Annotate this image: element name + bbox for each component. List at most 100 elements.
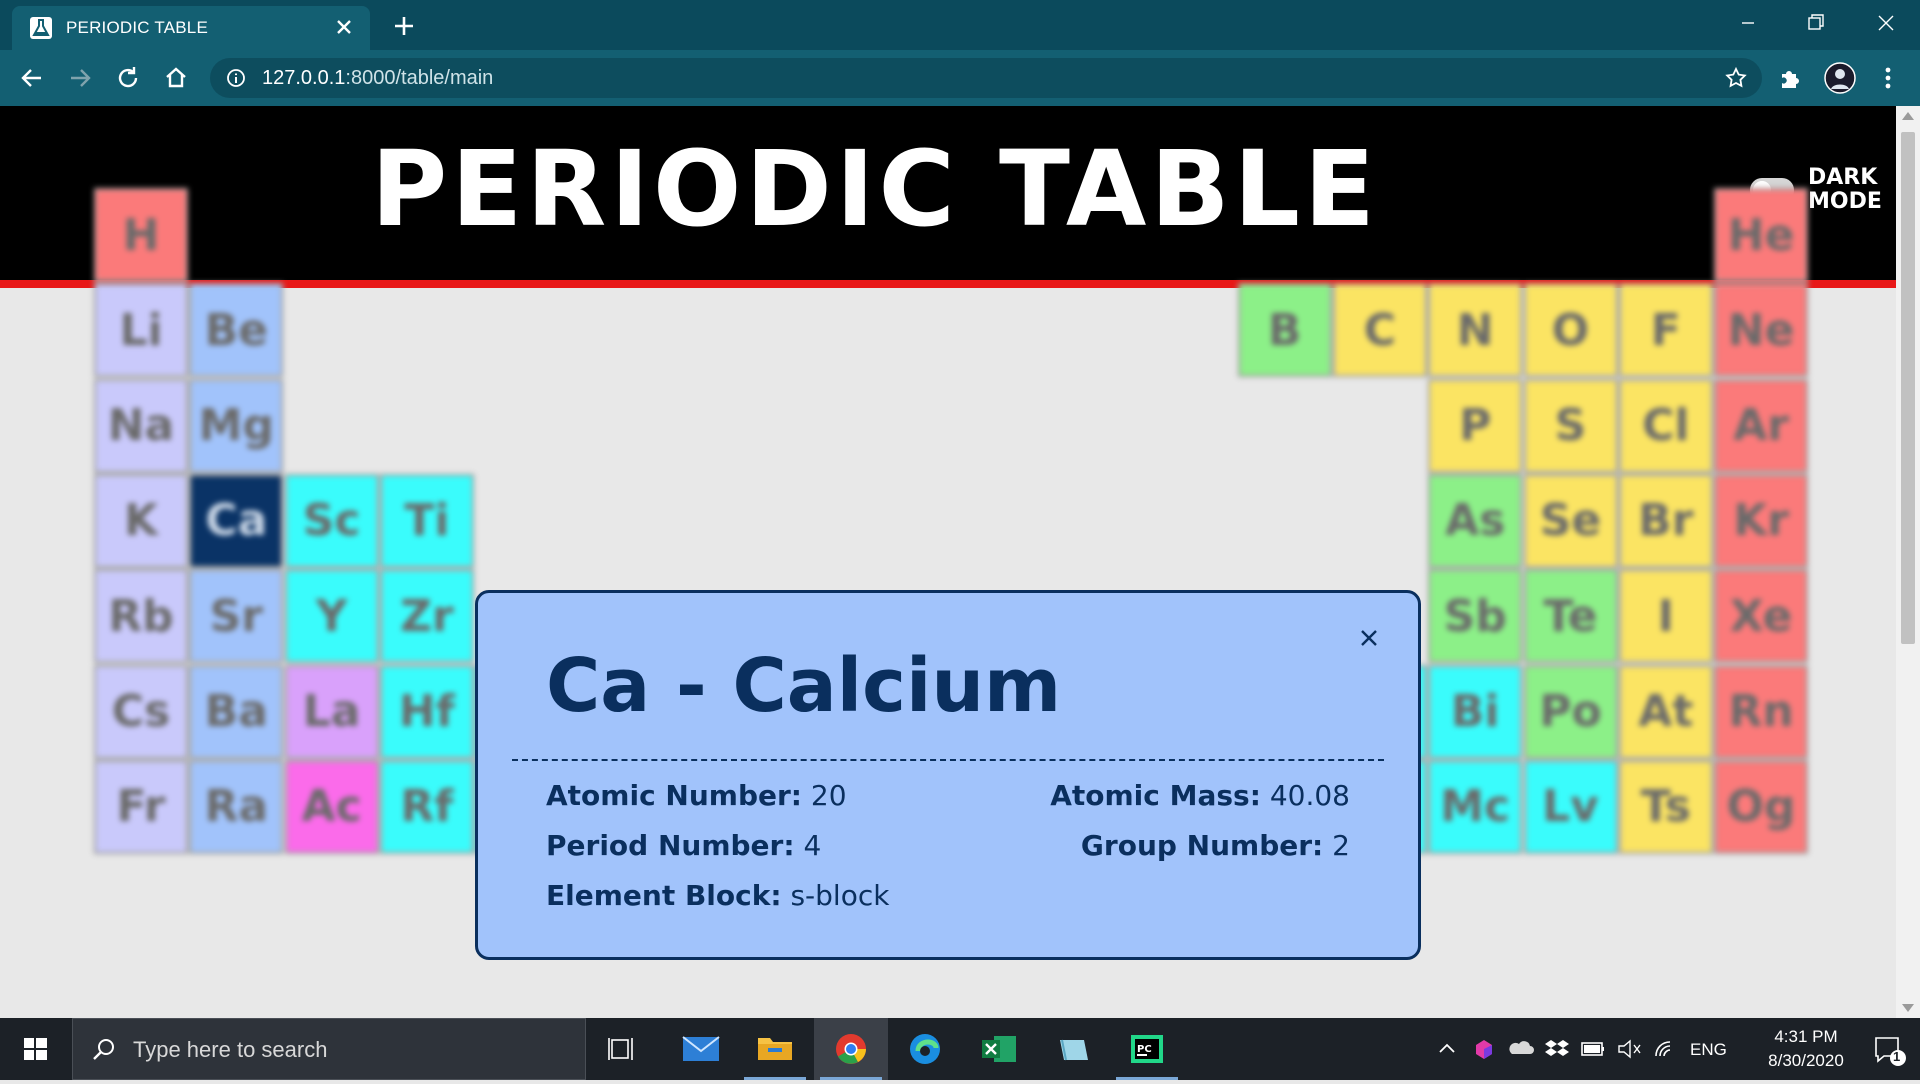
element-cell-he[interactable]: He	[1714, 188, 1809, 282]
chevron-up-icon[interactable]	[1430, 1018, 1464, 1080]
onedrive-cloud-icon[interactable]	[1504, 1018, 1538, 1080]
back-arrow-icon[interactable]	[18, 64, 46, 92]
element-cell-be[interactable]: Be	[189, 283, 284, 378]
element-cell-ac[interactable]: Ac	[284, 759, 379, 854]
element-cell-bi[interactable]: Bi	[1428, 664, 1523, 759]
notifications-icon[interactable]: 1	[1862, 1018, 1912, 1080]
element-cell-rb[interactable]: Rb	[94, 569, 188, 664]
element-cell-ca[interactable]: Ca	[189, 473, 284, 568]
element-cell-la[interactable]: La	[284, 664, 379, 759]
battery-icon[interactable]	[1576, 1018, 1610, 1080]
element-cell-ba[interactable]: Ba	[189, 664, 284, 759]
atomic-mass-label: Atomic Mass:	[1050, 779, 1261, 812]
pycharm-icon[interactable]: PC	[1110, 1018, 1184, 1080]
element-cell-hf[interactable]: Hf	[379, 664, 474, 759]
wifi-icon[interactable]	[1648, 1018, 1682, 1080]
profile-avatar[interactable]	[1824, 62, 1856, 94]
extensions-puzzle-icon[interactable]	[1776, 64, 1804, 92]
scroll-down-arrow-icon[interactable]	[1902, 1004, 1914, 1012]
element-cell-mc[interactable]: Mc	[1428, 759, 1523, 854]
browser-tab[interactable]: PERIODIC TABLE	[12, 6, 370, 50]
edge-icon[interactable]	[888, 1018, 962, 1080]
period-number-value: 4	[803, 829, 822, 862]
element-cell-c[interactable]: C	[1332, 283, 1427, 378]
forward-arrow-icon[interactable]	[66, 64, 94, 92]
element-cell-lv[interactable]: Lv	[1523, 759, 1618, 854]
task-view-icon[interactable]	[586, 1018, 660, 1080]
browser-tab-bar: PERIODIC TABLE	[0, 0, 1920, 50]
info-icon[interactable]	[226, 68, 246, 88]
clock-time[interactable]: 4:31 PM	[1756, 1027, 1856, 1047]
search-icon	[91, 1037, 117, 1063]
element-cell-te[interactable]: Te	[1523, 569, 1618, 664]
modal-close-icon[interactable]	[1358, 627, 1380, 649]
chrome-icon[interactable]	[814, 1018, 888, 1080]
element-cell-f[interactable]: F	[1618, 283, 1713, 378]
element-cell-xe[interactable]: Xe	[1714, 569, 1809, 664]
element-cell-sc[interactable]: Sc	[284, 473, 379, 568]
new-tab-icon[interactable]	[390, 12, 418, 40]
element-cell-i[interactable]: I	[1618, 569, 1713, 664]
close-tab-icon[interactable]	[332, 15, 356, 39]
element-cell-rn[interactable]: Rn	[1714, 664, 1809, 759]
element-cell-zr[interactable]: Zr	[379, 569, 474, 664]
page-scrollbar[interactable]	[1896, 106, 1920, 1018]
element-cell-rf[interactable]: Rf	[379, 759, 474, 854]
period-number-row: Period Number: 4	[546, 829, 821, 862]
element-cell-cl[interactable]: Cl	[1618, 378, 1713, 473]
element-cell-kr[interactable]: Kr	[1714, 473, 1809, 568]
notepad-icon[interactable]	[1036, 1018, 1110, 1080]
kebab-menu-icon[interactable]	[1874, 64, 1902, 92]
element-cell-b[interactable]: B	[1237, 283, 1332, 378]
bookmark-star-icon[interactable]	[1724, 66, 1748, 90]
atomic-number-row: Atomic Number: 20	[546, 779, 847, 812]
group-number-value: 2	[1332, 829, 1350, 862]
element-cell-li[interactable]: Li	[94, 283, 188, 378]
element-cell-ra[interactable]: Ra	[189, 759, 284, 854]
app-cube-icon[interactable]	[1468, 1018, 1500, 1080]
element-cell-cs[interactable]: Cs	[94, 664, 188, 759]
windows-start-icon[interactable]	[0, 1018, 72, 1080]
element-cell-p[interactable]: P	[1428, 378, 1523, 473]
element-cell-na[interactable]: Na	[94, 378, 188, 473]
element-cell-fr[interactable]: Fr	[94, 759, 188, 854]
dark-mode-label-line1: DARK	[1808, 165, 1878, 190]
restore-icon[interactable]	[1788, 8, 1844, 38]
element-cell-sb[interactable]: Sb	[1428, 569, 1523, 664]
element-cell-h[interactable]: H	[94, 188, 188, 282]
element-cell-n[interactable]: N	[1428, 283, 1523, 378]
element-cell-br[interactable]: Br	[1618, 473, 1713, 568]
address-bar[interactable]: 127.0.0.1:8000/table/main	[210, 58, 1762, 98]
mail-icon[interactable]	[664, 1018, 738, 1080]
reload-icon[interactable]	[114, 64, 142, 92]
element-cell-og[interactable]: Og	[1714, 759, 1809, 854]
modal-divider	[512, 759, 1384, 761]
minimize-icon[interactable]	[1720, 8, 1776, 38]
element-cell-at[interactable]: At	[1618, 664, 1713, 759]
element-cell-mg[interactable]: Mg	[189, 378, 284, 473]
file-explorer-icon[interactable]	[738, 1018, 812, 1080]
element-cell-k[interactable]: K	[94, 473, 188, 568]
speaker-muted-icon[interactable]	[1612, 1018, 1646, 1080]
element-cell-s[interactable]: S	[1523, 378, 1618, 473]
flask-icon	[30, 17, 52, 39]
element-cell-ts[interactable]: Ts	[1618, 759, 1713, 854]
close-window-icon[interactable]	[1858, 8, 1914, 38]
home-icon[interactable]	[162, 64, 190, 92]
language-indicator[interactable]: ENG	[1690, 1040, 1727, 1060]
dropbox-icon[interactable]	[1540, 1018, 1574, 1080]
element-cell-as[interactable]: As	[1428, 473, 1523, 568]
element-cell-ar[interactable]: Ar	[1714, 378, 1809, 473]
scroll-up-arrow-icon[interactable]	[1902, 112, 1914, 120]
element-cell-po[interactable]: Po	[1523, 664, 1618, 759]
clock-date[interactable]: 8/30/2020	[1744, 1051, 1868, 1071]
element-cell-o[interactable]: O	[1523, 283, 1618, 378]
element-cell-y[interactable]: Y	[284, 569, 379, 664]
element-cell-se[interactable]: Se	[1523, 473, 1618, 568]
excel-icon[interactable]	[962, 1018, 1036, 1080]
scrollbar-thumb[interactable]	[1901, 132, 1915, 644]
element-cell-ne[interactable]: Ne	[1714, 283, 1809, 378]
element-cell-ti[interactable]: Ti	[379, 473, 474, 568]
taskbar-search-box[interactable]: Type here to search	[72, 1018, 586, 1080]
element-cell-sr[interactable]: Sr	[189, 569, 284, 664]
